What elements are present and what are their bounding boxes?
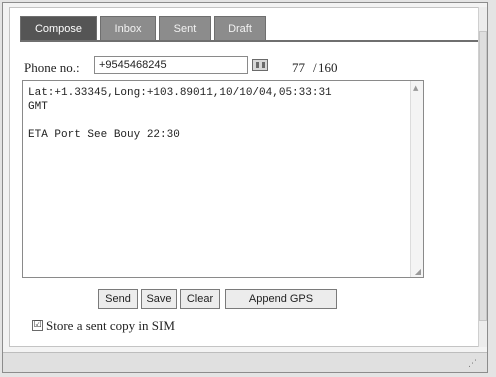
phone-label: Phone no.: [24, 60, 80, 75]
char-count-separator: / [313, 60, 317, 75]
message-line: GMT [28, 101, 48, 113]
message-scrollbar[interactable]: ▲ [410, 81, 423, 277]
save-button[interactable]: Save [141, 289, 177, 309]
tab-inbox[interactable]: Inbox [100, 16, 156, 40]
append-gps-button[interactable]: Append GPS [225, 289, 337, 309]
tab-compose[interactable]: Compose [20, 16, 97, 41]
message-line: Lat:+1.33345,Long:+103.89011,10/10/04,05… [28, 87, 332, 99]
scroll-up-arrow-icon[interactable]: ▲ [413, 84, 418, 92]
message-line: ETA Port See Bouy 22:30 [28, 129, 180, 141]
window-scrollbar[interactable] [478, 7, 487, 347]
content-panel: Compose Inbox Sent Draft Phone no.: +954… [9, 7, 486, 347]
tab-sent[interactable]: Sent [159, 16, 211, 40]
store-copy-checkbox[interactable]: ☑ [32, 320, 43, 331]
scrollbar-thumb[interactable] [479, 31, 487, 321]
window-grip-icon[interactable]: ⋰ [468, 359, 477, 369]
resize-grip-icon[interactable]: ◢ [415, 267, 421, 276]
send-button[interactable]: Send [98, 289, 138, 309]
message-textarea[interactable]: Lat:+1.33345,Long:+103.89011,10/10/04,05… [22, 80, 424, 278]
tab-underline [20, 40, 486, 42]
contacts-icon[interactable] [252, 59, 268, 71]
app-window: Compose Inbox Sent Draft Phone no.: +954… [2, 2, 488, 373]
char-max: 160 [318, 60, 338, 75]
store-copy-label: Store a sent copy in SIM [46, 318, 175, 333]
status-bar: ⋰ [3, 352, 487, 372]
char-count: 77 [292, 60, 305, 75]
tab-draft[interactable]: Draft [214, 16, 266, 40]
clear-button[interactable]: Clear [180, 289, 220, 309]
phone-input[interactable]: +9545468245 [94, 56, 248, 74]
